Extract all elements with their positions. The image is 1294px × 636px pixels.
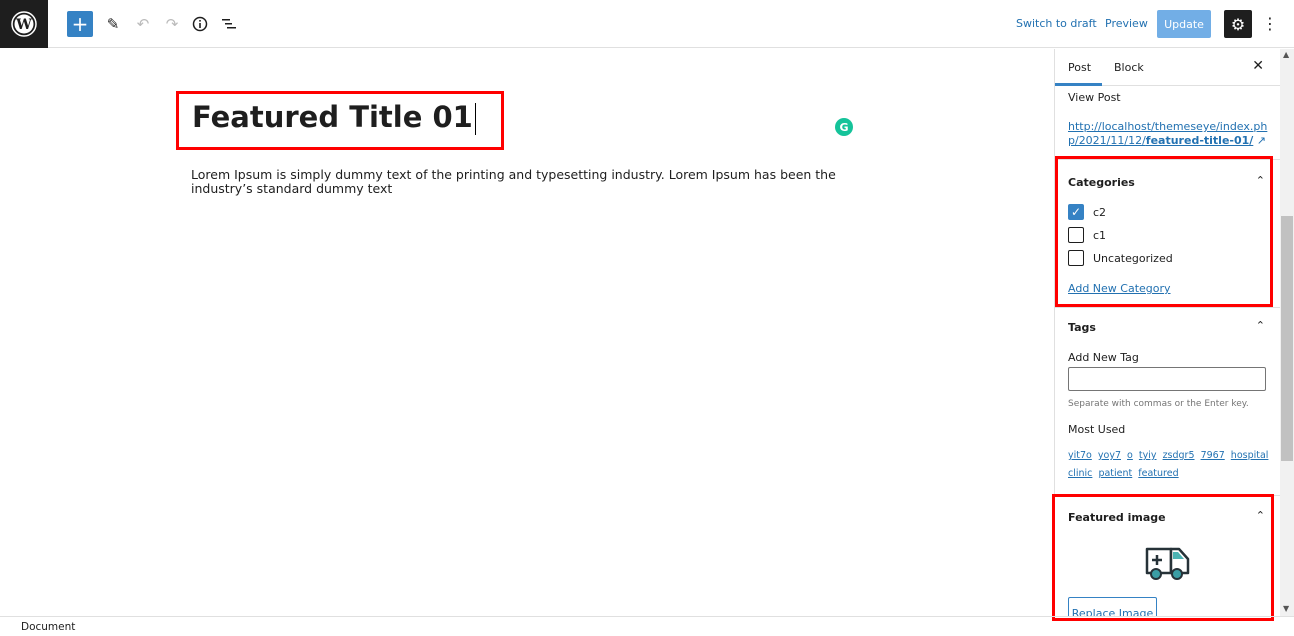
close-icon[interactable]: ✕	[1252, 58, 1264, 74]
permalink-slug: featured-title-01/	[1145, 134, 1254, 147]
tags-panel: Tags ⌃ Add New Tag Separate with commas …	[1055, 307, 1280, 487]
post-title[interactable]: Featured Title 01	[192, 100, 476, 135]
add-new-tag-label: Add New Tag	[1068, 351, 1139, 364]
tag-link[interactable]: clinic	[1068, 468, 1092, 479]
tag-link[interactable]: tyiy	[1139, 450, 1157, 461]
tag-link[interactable]: o	[1127, 450, 1133, 461]
most-used-label: Most Used	[1068, 423, 1126, 436]
highlight-featured-image	[1052, 494, 1274, 621]
add-block-button[interactable]: +	[67, 11, 93, 37]
most-used-tags: yit7o yoy7 o tyiy zsdgr5 7967 hospital c…	[1068, 447, 1273, 483]
tags-heading[interactable]: Tags	[1068, 321, 1096, 334]
view-post-label: View Post	[1068, 91, 1121, 104]
top-toolbar: W + ✎ ↶ ↷ Switch to draft Preview Update…	[0, 0, 1294, 48]
svg-text:W: W	[15, 17, 32, 33]
info-icon[interactable]	[190, 11, 210, 37]
tag-link[interactable]: 7967	[1201, 450, 1225, 461]
tag-link[interactable]: zsdgr5	[1163, 450, 1195, 461]
text-cursor	[474, 103, 476, 135]
permalink-link[interactable]: http://localhost/themeseye/index.php/202…	[1068, 120, 1268, 148]
scrollbar-thumb[interactable]	[1281, 216, 1293, 461]
tags-help-text: Separate with commas or the Enter key.	[1068, 399, 1249, 409]
paragraph-block[interactable]: Lorem Ipsum is simply dummy text of the …	[191, 168, 861, 196]
grammarly-icon[interactable]: G	[835, 118, 853, 136]
post-title-text: Featured Title 01	[192, 100, 473, 134]
more-options-icon[interactable]: ⋮	[1262, 14, 1278, 33]
list-view-icon[interactable]	[219, 11, 239, 37]
tag-link[interactable]: yit7o	[1068, 450, 1092, 461]
undo-icon[interactable]: ↶	[133, 11, 153, 37]
switch-to-draft-button[interactable]: Switch to draft	[1016, 17, 1097, 30]
scroll-down-icon[interactable]: ▼	[1283, 604, 1289, 613]
tab-block[interactable]: Block	[1114, 61, 1144, 74]
footer-bar: Document	[0, 616, 1294, 636]
highlight-categories	[1055, 156, 1273, 307]
external-link-icon: ↗	[1256, 134, 1267, 147]
tag-link[interactable]: hospital	[1231, 450, 1269, 461]
scroll-up-icon[interactable]: ▲	[1283, 50, 1289, 59]
wordpress-logo-button[interactable]: W	[0, 0, 48, 48]
tag-link[interactable]: patient	[1098, 468, 1132, 479]
preview-button[interactable]: Preview	[1105, 17, 1148, 30]
tag-link[interactable]: featured	[1138, 468, 1178, 479]
wordpress-icon: W	[11, 11, 37, 37]
add-tag-input[interactable]	[1068, 367, 1266, 391]
active-tab-indicator	[1055, 83, 1102, 86]
edit-tools-pencil-icon[interactable]: ✎	[103, 11, 123, 37]
tab-post[interactable]: Post	[1068, 61, 1091, 74]
update-button[interactable]: Update	[1157, 10, 1211, 38]
settings-gear-icon[interactable]: ⚙	[1224, 10, 1252, 38]
tag-link[interactable]: yoy7	[1098, 450, 1121, 461]
redo-icon[interactable]: ↷	[162, 11, 182, 37]
chevron-up-icon[interactable]: ⌃	[1256, 319, 1265, 332]
breadcrumb-document[interactable]: Document	[21, 621, 75, 633]
